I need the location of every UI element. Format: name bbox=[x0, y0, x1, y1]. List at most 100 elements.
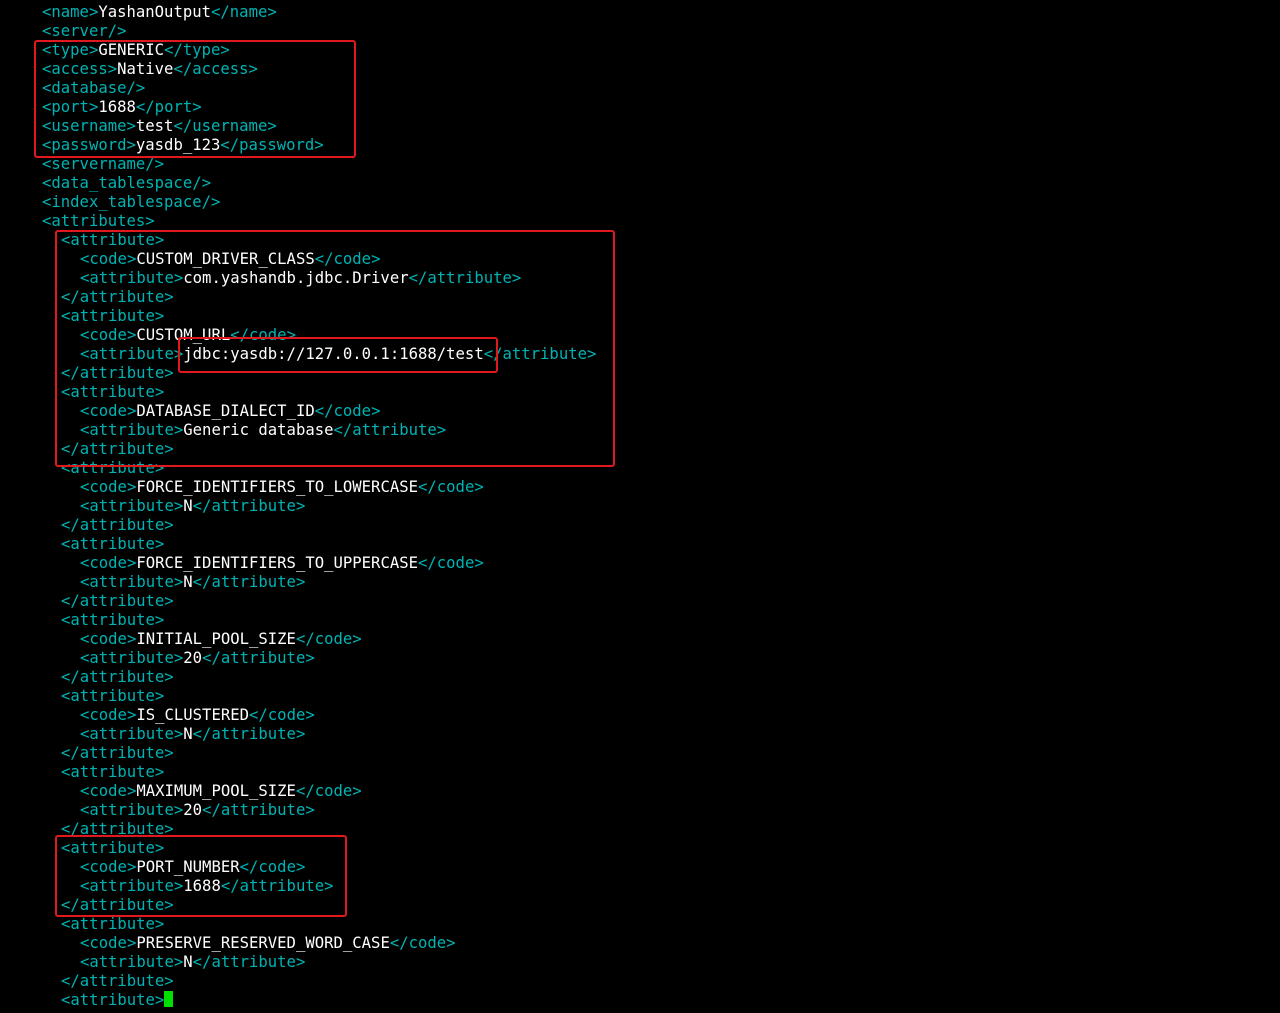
code-line: <attribute>N</attribute> bbox=[80, 573, 305, 592]
xml-tag: <attribute> bbox=[61, 535, 165, 553]
code-line: <code>PRESERVE_RESERVED_WORD_CASE</code> bbox=[80, 934, 456, 953]
xml-tag: <attribute> bbox=[61, 307, 165, 325]
xml-tag: <attribute> bbox=[61, 611, 165, 629]
xml-value: N bbox=[183, 497, 193, 515]
xml-tag: <code> bbox=[80, 630, 137, 648]
code-line: <access>Native</access> bbox=[42, 60, 258, 79]
code-line: <attribute>jdbc:yasdb://127.0.0.1:1688/t… bbox=[80, 345, 596, 364]
terminal-window[interactable]: <name>YashanOutput</name> <server/> <type>… bbox=[0, 0, 1280, 1013]
xml-value: PORT_NUMBER bbox=[136, 858, 240, 876]
xml-value: 20 bbox=[183, 649, 203, 667]
code-line: <attribute> bbox=[61, 611, 164, 630]
code-line: </attribute> bbox=[61, 592, 174, 611]
xml-tag: </attribute> bbox=[61, 516, 174, 534]
xml-tag: <attribute> bbox=[80, 421, 184, 439]
code-line: <attribute>Generic database</attribute> bbox=[80, 421, 446, 440]
code-line: </attribute> bbox=[61, 516, 174, 535]
code-line: </attribute> bbox=[61, 440, 174, 459]
xml-tag: </attribute> bbox=[483, 345, 597, 363]
xml-tag: <port> bbox=[42, 98, 99, 116]
code-line: <server/> bbox=[42, 22, 127, 41]
code-line: <attribute>com.yashandb.jdbc.Driver</att… bbox=[80, 269, 521, 288]
code-line: <attribute>1688</attribute> bbox=[80, 877, 334, 896]
xml-value: FORCE_IDENTIFIERS_TO_UPPERCASE bbox=[136, 554, 418, 572]
xml-tag: </attribute> bbox=[192, 573, 306, 591]
xml-tag: <attribute> bbox=[80, 801, 184, 819]
xml-tag: <code> bbox=[80, 554, 137, 572]
xml-tag: <attribute> bbox=[80, 725, 184, 743]
code-line: <data_tablespace/> bbox=[42, 174, 211, 193]
code-line: <attribute>20</attribute> bbox=[80, 649, 315, 668]
code-line: <attribute> bbox=[61, 687, 164, 706]
xml-tag: </type> bbox=[164, 41, 230, 59]
xml-tag: </attribute> bbox=[61, 592, 174, 610]
xml-tag: <name> bbox=[42, 3, 99, 21]
xml-tag: </password> bbox=[220, 136, 324, 154]
xml-tag: </attribute> bbox=[61, 288, 174, 306]
xml-value: Native bbox=[117, 60, 174, 78]
xml-value: IS_CLUSTERED bbox=[136, 706, 250, 724]
xml-tag: <data_tablespace/> bbox=[42, 174, 211, 192]
xml-value: CUSTOM_DRIVER_CLASS bbox=[136, 250, 315, 268]
code-line: <username>test</username> bbox=[42, 117, 277, 136]
code-line: <code>CUSTOM_URL</code> bbox=[80, 326, 296, 345]
code-line: </attribute> bbox=[61, 972, 174, 991]
xml-tag: <attribute> bbox=[61, 991, 165, 1009]
xml-value: test bbox=[135, 117, 174, 135]
code-line: <attribute> bbox=[61, 915, 164, 934]
xml-tag: </port> bbox=[135, 98, 202, 116]
xml-tag: <code> bbox=[80, 782, 137, 800]
code-line: </attribute> bbox=[61, 744, 174, 763]
code-line: <code>PORT_NUMBER</code> bbox=[80, 858, 305, 877]
code-line: <name>YashanOutput</name> bbox=[42, 3, 277, 22]
xml-tag: </code> bbox=[230, 326, 296, 344]
xml-tag: <attribute> bbox=[61, 383, 165, 401]
xml-tag: </username> bbox=[173, 117, 277, 135]
xml-tag: </attribute> bbox=[61, 896, 174, 914]
xml-tag: </attribute> bbox=[61, 440, 174, 458]
xml-tag: </code> bbox=[314, 402, 381, 420]
code-line: <database/> bbox=[42, 79, 145, 98]
xml-value: PRESERVE_RESERVED_WORD_CASE bbox=[136, 934, 390, 952]
code-line: <servername/> bbox=[42, 155, 164, 174]
xml-value: CUSTOM_URL bbox=[136, 326, 231, 344]
code-line: <code>IS_CLUSTERED</code> bbox=[80, 706, 315, 725]
xml-tag: </code> bbox=[239, 858, 306, 876]
code-line: <attribute>N</attribute> bbox=[80, 497, 305, 516]
code-line: <attribute> bbox=[61, 307, 164, 326]
code-line: <attribute> bbox=[61, 839, 164, 858]
xml-value: N bbox=[183, 953, 193, 971]
code-line: </attribute> bbox=[61, 896, 174, 915]
xml-tag: </attribute> bbox=[220, 877, 334, 895]
xml-tag: <code> bbox=[80, 858, 137, 876]
code-line: <attribute> bbox=[61, 763, 164, 782]
code-line: <password>yasdb_123</password> bbox=[42, 136, 324, 155]
xml-tag: <code> bbox=[80, 934, 137, 952]
xml-tag: </code> bbox=[389, 934, 456, 952]
xml-tag: <attribute> bbox=[80, 573, 184, 591]
xml-tag: <code> bbox=[80, 706, 137, 724]
xml-tag: <attribute> bbox=[80, 345, 184, 363]
code-line: <code>FORCE_IDENTIFIERS_TO_LOWERCASE</co… bbox=[80, 478, 484, 497]
xml-tag: <attribute> bbox=[61, 915, 165, 933]
code-line: </attribute> bbox=[61, 364, 174, 383]
code-line: </attribute> bbox=[61, 288, 174, 307]
code-line: <attributes> bbox=[42, 212, 155, 231]
xml-tag: <password> bbox=[42, 136, 136, 154]
code-line: <attribute> bbox=[61, 383, 164, 402]
code-line: <attribute> bbox=[61, 991, 174, 1010]
xml-tag: </attribute> bbox=[61, 744, 174, 762]
xml-value: N bbox=[183, 573, 193, 591]
xml-tag: </attribute> bbox=[408, 269, 522, 287]
xml-tag: </code> bbox=[249, 706, 315, 724]
xml-tag: <attribute> bbox=[80, 953, 184, 971]
xml-tag: <attribute> bbox=[61, 839, 165, 857]
code-line: </attribute> bbox=[61, 820, 174, 839]
xml-tag: <code> bbox=[80, 402, 137, 420]
xml-tag: <attribute> bbox=[61, 687, 165, 705]
xml-tag: </code> bbox=[295, 782, 362, 800]
code-line: <attribute>20</attribute> bbox=[80, 801, 315, 820]
xml-tag: </attribute> bbox=[192, 725, 306, 743]
xml-tag: <code> bbox=[80, 478, 137, 496]
xml-tag: </attribute> bbox=[202, 649, 315, 667]
